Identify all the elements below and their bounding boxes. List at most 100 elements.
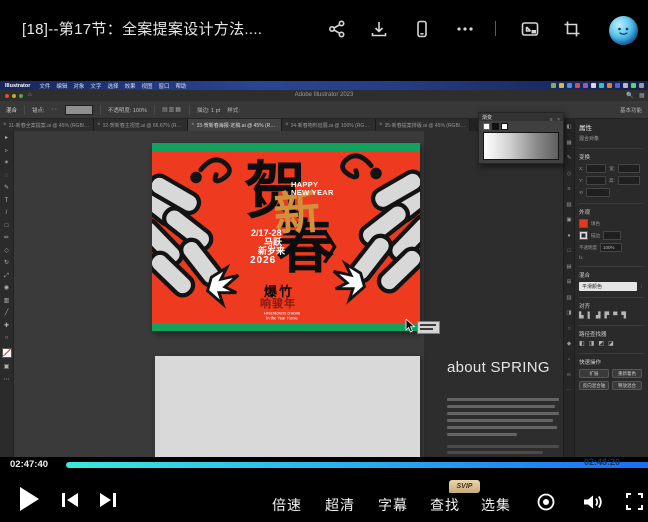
tool-gradient-icon[interactable]: ▥ [4, 298, 10, 304]
tool-magic-wand-icon[interactable]: ✶ [4, 160, 9, 166]
menu-view[interactable]: 视图 [141, 82, 152, 90]
tool-type-icon[interactable]: T [5, 198, 9, 204]
intersect-icon[interactable]: ◩ [598, 341, 604, 347]
tool-scale-icon[interactable]: ⤢ [4, 273, 9, 279]
tool-pen-icon[interactable]: ✎ [4, 185, 9, 191]
tool-direct-selection-icon[interactable]: ▹ [5, 148, 8, 154]
play-button[interactable] [18, 486, 40, 512]
doc-tab-1[interactable]: × 01-新春全案提案.ai @ 45% (RGB/预览) [0, 119, 94, 131]
more-icon[interactable] [455, 19, 475, 39]
menu-window[interactable]: 窗口 [158, 82, 169, 90]
minus-front-icon[interactable]: ◨ [589, 341, 595, 347]
stroke-weight-input[interactable] [603, 231, 621, 240]
panel-navigator-icon[interactable]: ◆ [567, 342, 571, 348]
tab-close-icon[interactable]: × [191, 122, 195, 128]
search-icon[interactable]: 🔍 [626, 92, 633, 99]
stroke-swatch[interactable] [579, 231, 588, 240]
height-input[interactable] [618, 176, 640, 185]
gradient-preview[interactable] [483, 132, 559, 160]
screen-record-icon[interactable] [536, 492, 556, 512]
tab-close-icon[interactable]: × [379, 122, 383, 128]
panel-color-icon[interactable]: ◧ [566, 125, 571, 131]
align-center-icon[interactable]: ▌ [588, 313, 592, 319]
tool-blend-icon[interactable]: ◉ [4, 285, 9, 291]
quality-menu[interactable]: 超清 [325, 495, 355, 515]
panel-close-icon[interactable]: × [557, 117, 560, 123]
fill-stroke-swatch[interactable] [2, 348, 12, 358]
fill-swatch[interactable] [579, 219, 588, 228]
tool-zoom-icon[interactable]: ○ [5, 335, 9, 341]
options-input[interactable] [65, 105, 93, 115]
tool-pencil-icon[interactable]: ◇ [4, 248, 9, 254]
align-middle-icon[interactable]: ▀ [613, 313, 617, 319]
reverse-spine-button[interactable]: 反向混合轴 [579, 381, 609, 390]
align-left-icon[interactable]: ▙ [579, 313, 584, 319]
white-swatch[interactable] [501, 123, 508, 130]
previous-episode-button[interactable] [60, 491, 80, 509]
tool-selection-icon[interactable]: ▸ [5, 135, 8, 141]
panel-stroke-icon[interactable]: ≡ [567, 187, 570, 193]
blend-mode-select[interactable]: 平滑颜色 [579, 282, 637, 291]
tool-paintbrush-icon[interactable]: ✏ [4, 235, 9, 241]
doc-tab-5[interactable]: × 05-新春提案排版.ai @ 45% (RGB/预览) [376, 119, 470, 131]
tab-close-icon[interactable]: × [3, 122, 7, 128]
volume-icon[interactable] [582, 492, 603, 512]
align-bottom-icon[interactable]: ▜ [621, 313, 626, 319]
x-input[interactable] [586, 164, 606, 173]
panel-actions-icon[interactable]: ▫ [568, 358, 570, 364]
canvas[interactable]: about SPRING [14, 131, 563, 457]
screen-mode-icon[interactable]: ⋯ [4, 377, 10, 383]
rotation-input[interactable] [586, 188, 610, 197]
panel-pathfinder-icon[interactable]: ◨ [566, 311, 571, 317]
black-swatch[interactable] [492, 123, 499, 130]
blend-options-icon[interactable]: ⋮ [640, 284, 645, 290]
exclude-icon[interactable]: ◪ [608, 341, 614, 347]
fx-icon[interactable]: fx. [579, 255, 584, 260]
share-icon[interactable] [327, 19, 347, 39]
release-blend-button[interactable]: 释放混合 [612, 381, 642, 390]
panel-graphic-styles-icon[interactable]: □ [567, 249, 570, 255]
picture-in-picture-icon[interactable] [520, 19, 540, 39]
doc-tab-2[interactable]: × 02-贺新春主视觉.ai @ 66.67% (RGB/预览) [94, 119, 188, 131]
tab-close-icon[interactable]: × [285, 122, 289, 128]
opacity-option[interactable]: 不透明度: 100% [108, 106, 147, 114]
fullscreen-icon[interactable] [626, 493, 643, 510]
draw-mode-icon[interactable]: ▣ [4, 364, 10, 370]
none-swatch[interactable] [483, 123, 490, 130]
y-input[interactable] [586, 176, 606, 185]
align-icons[interactable]: ▤▥▦ [162, 106, 182, 113]
tool-rotate-icon[interactable]: ↻ [4, 260, 9, 266]
panel-align-icon[interactable]: ▥ [566, 296, 571, 302]
subtitles-menu[interactable]: 字幕 [378, 495, 408, 515]
phone-mirror-icon[interactable] [412, 19, 432, 39]
menu-effect[interactable]: 效果 [124, 82, 135, 90]
opacity-input[interactable]: 100% [600, 243, 622, 252]
panel-layers-icon[interactable]: ▤ [566, 265, 571, 271]
menu-object[interactable]: 对象 [73, 82, 84, 90]
tool-eyedropper-icon[interactable]: ╱ [5, 310, 9, 316]
menu-edit[interactable]: 编辑 [56, 82, 67, 90]
doc-tab-4[interactable]: × 04-新春物料延展.ai @ 100% (RGB/预览) [282, 119, 376, 131]
menu-type[interactable]: 文字 [90, 82, 101, 90]
expand-button[interactable]: 扩展 [579, 369, 609, 378]
tool-line-icon[interactable]: / [6, 210, 8, 216]
panel-more-icon[interactable]: ⋯ [566, 389, 572, 395]
tool-lasso-icon[interactable]: ◌ [5, 173, 9, 179]
menu-select[interactable]: 选择 [107, 82, 118, 90]
stroke-option[interactable]: 描边: 1 pt [197, 106, 220, 114]
panel-swatches-icon[interactable]: ▦ [566, 141, 571, 147]
panel-symbols-icon[interactable]: ◇ [567, 172, 571, 178]
menu-file[interactable]: 文件 [39, 82, 50, 90]
panel-brushes-icon[interactable]: ✎ [567, 156, 572, 162]
menu-help[interactable]: 帮助 [176, 82, 187, 90]
width-input[interactable] [618, 164, 640, 173]
panel-transparency-icon[interactable]: ▣ [566, 218, 571, 224]
panel-artboards-icon[interactable]: ⊞ [567, 280, 572, 286]
search-menu[interactable]: 查找 [430, 495, 460, 515]
episodes-menu[interactable]: 选集 [481, 495, 511, 515]
screenshot-crop-icon[interactable] [562, 19, 582, 39]
doc-tab-3-active[interactable]: × 03-贺新春海报-定稿.ai @ 45% (RGB/预览) [188, 119, 282, 131]
tab-close-icon[interactable]: × [97, 122, 101, 128]
recolor-button[interactable]: 重新着色 [612, 369, 642, 378]
style-option[interactable]: 样式: [227, 106, 240, 114]
